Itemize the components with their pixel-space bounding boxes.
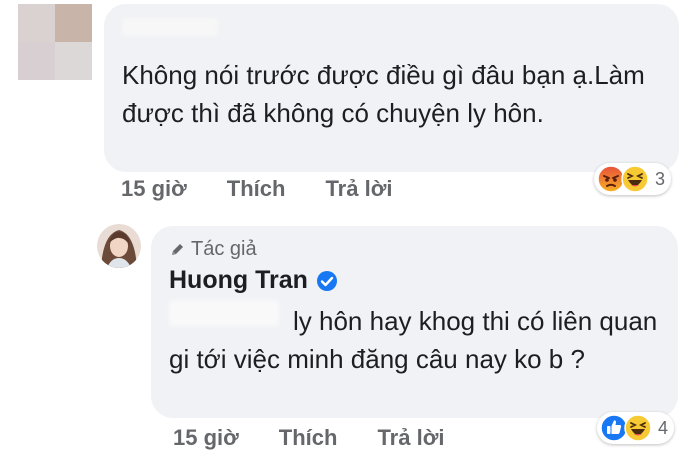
- reply-text: ly hôn hay khog thi có liên quan gi tới …: [169, 306, 658, 374]
- reply-reply-button[interactable]: Trả lời: [377, 425, 444, 451]
- reply-bubble: Tác giả Huong Tran ly hôn hay khog thi c…: [151, 226, 678, 418]
- reaction-count: 4: [658, 417, 669, 438]
- comment-reactions[interactable]: 3: [594, 163, 672, 195]
- reply-reactions[interactable]: 4: [597, 412, 675, 444]
- comment-actions: 15 giờ Thích Trả lời: [121, 176, 392, 202]
- comment-text: Không nói trước được điều gì đâu bạn ạ.L…: [122, 60, 645, 128]
- redacted-commenter-name[interactable]: [122, 18, 218, 36]
- author-name[interactable]: Huong Tran: [169, 266, 308, 295]
- author-name-row: Huong Tran: [169, 266, 338, 295]
- comment-bubble: Không nói trước được điều gì đâu bạn ạ.L…: [104, 4, 679, 172]
- verified-icon: [316, 270, 337, 291]
- author-photo: [97, 224, 141, 268]
- comment-time[interactable]: 15 giờ: [121, 176, 187, 202]
- author-badge: Tác giả: [169, 238, 257, 261]
- reply-like-button[interactable]: Thích: [279, 425, 338, 451]
- reply-time[interactable]: 15 giờ: [173, 425, 239, 451]
- author-avatar[interactable]: [97, 224, 141, 268]
- author-tag-label: Tác giả: [191, 238, 257, 260]
- like-button[interactable]: Thích: [227, 176, 286, 202]
- reply-button[interactable]: Trả lời: [325, 176, 392, 202]
- commenter-avatar[interactable]: [18, 4, 92, 80]
- haha-icon: [621, 165, 649, 193]
- reaction-count: 3: [655, 168, 666, 189]
- pen-icon: [172, 243, 183, 255]
- haha-icon: [624, 414, 652, 442]
- reply-actions: 15 giờ Thích Trả lời: [173, 425, 444, 451]
